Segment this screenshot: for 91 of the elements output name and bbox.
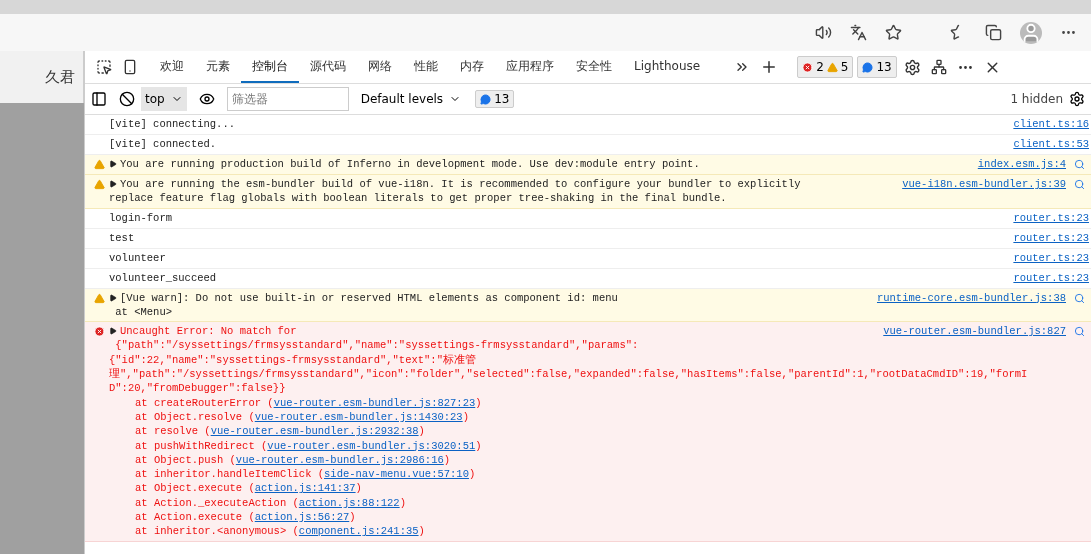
hidden-count: 1 hidden bbox=[1010, 92, 1063, 106]
search-icon[interactable] bbox=[1073, 292, 1085, 304]
warning-icon bbox=[93, 292, 105, 304]
search-icon[interactable] bbox=[1073, 326, 1085, 338]
source-link[interactable]: router.ts:23 bbox=[1013, 250, 1089, 265]
devtools-tab[interactable]: 安全性 bbox=[565, 51, 623, 83]
stack-frame: at Object.execute (action.js:141:37) bbox=[109, 481, 362, 496]
warning-icon bbox=[826, 61, 838, 73]
message-text: {"id":22,"name":"syssettings-frmsysstandard","text":"标准管 bbox=[109, 352, 476, 368]
settings-icon[interactable] bbox=[1069, 91, 1085, 107]
message-text: replace feature flag globals with boolean literals to get proper tree-shaking in the final bundle. bbox=[109, 191, 727, 206]
warning-count: 5 bbox=[840, 60, 849, 74]
message-counter[interactable]: 13 bbox=[857, 56, 897, 78]
source-link[interactable]: side-nav-menu.vue:57:10 bbox=[324, 468, 469, 481]
source-link[interactable]: vue-router.esm-bundler.js:3020:51 bbox=[267, 439, 476, 452]
source-link[interactable]: client.ts:16 bbox=[1013, 117, 1089, 132]
message-text: D":20,"fromDebugger":false}} bbox=[109, 381, 286, 396]
stack-frame: at Action.execute (action.js:56:27) bbox=[109, 510, 356, 525]
source-link[interactable]: router.ts:23 bbox=[1013, 210, 1089, 225]
stack-frame: at Object.push (vue-router.esm-bundler.js:2986:16) bbox=[109, 452, 451, 468]
star-icon[interactable] bbox=[885, 24, 902, 41]
expand-icon[interactable] bbox=[109, 293, 117, 302]
message-text: Uncaught Error: No match for bbox=[120, 324, 297, 339]
source-link[interactable]: component.js:241:35 bbox=[298, 525, 419, 538]
source-link[interactable]: vue-router.esm-bundler.js:827 bbox=[883, 324, 1066, 339]
source-link[interactable]: vue-router.esm-bundler.js:2932:38 bbox=[210, 425, 419, 438]
message-text: You are running the esm-bundler build of vue-i18n. It is recommended to configure your bundler to explicitly bbox=[120, 177, 801, 192]
message-text: [vite] connected. bbox=[109, 137, 217, 152]
stack-frame: at createRouterError (vue-router.esm-bundler.js:827:23) bbox=[109, 395, 482, 410]
context-select[interactable]: top bbox=[141, 87, 187, 111]
message-text: [vite] connecting... bbox=[109, 117, 236, 132]
warning-icon bbox=[93, 159, 105, 170]
source-link[interactable]: vue-router.esm-bundler.js:827:23 bbox=[273, 396, 476, 409]
message-text: volunteer_succeed bbox=[109, 270, 217, 285]
translate-icon[interactable] bbox=[850, 24, 867, 41]
message-text: test bbox=[109, 230, 135, 245]
page-text: 久君 bbox=[45, 67, 75, 87]
devtools-tab[interactable]: 性能 bbox=[403, 51, 449, 83]
expand-icon[interactable] bbox=[109, 180, 117, 189]
stack-frame: at pushWithRedirect (vue-router.esm-bundler.js:3020:51) bbox=[109, 438, 482, 453]
source-link[interactable]: vue-router.esm-bundler.js:1430:23 bbox=[254, 410, 463, 423]
eye-icon[interactable] bbox=[198, 91, 215, 107]
stack-frame: at resolve (vue-router.esm-bundler.js:2932:38) bbox=[109, 424, 425, 439]
message-text: 理","path":"/syssettings/frmsysstandard","icon":"folder","selected":false,"expanded":false,"hasItems":false,"parentId":1,"rootDataCmdID":19,"formI bbox=[109, 367, 1028, 382]
collections-icon[interactable] bbox=[985, 24, 1002, 41]
source-link[interactable]: router.ts:23 bbox=[1013, 230, 1089, 245]
devtools-tab[interactable]: Lighthouse bbox=[623, 51, 712, 83]
search-icon[interactable] bbox=[1073, 179, 1085, 191]
devtools-tab[interactable]: 控制台 bbox=[241, 51, 299, 83]
devtools-tab[interactable]: 欢迎 bbox=[149, 51, 195, 83]
stack-frame: at inheritor.<anonymous> (component.js:241:35) bbox=[109, 524, 425, 539]
message-text: login-form bbox=[109, 210, 172, 225]
source-link[interactable]: action.js:141:37 bbox=[254, 482, 356, 495]
search-icon[interactable] bbox=[1073, 159, 1085, 171]
stack-frame: at inheritor.handleItemClick (side-nav-menu.vue:57:10) bbox=[109, 467, 476, 482]
error-count: 2 bbox=[816, 60, 824, 74]
source-link[interactable]: action.js:56:27 bbox=[254, 511, 350, 524]
stack-frame: at Object.resolve (vue-router.esm-bundler.js:1430:23) bbox=[109, 409, 469, 425]
devtools-tab[interactable]: 元素 bbox=[195, 51, 241, 83]
levels-dropdown[interactable]: Default levels bbox=[354, 91, 468, 107]
message-text: volunteer bbox=[109, 250, 166, 265]
error-icon bbox=[93, 326, 105, 338]
message-icon bbox=[480, 93, 492, 105]
warning-icon bbox=[93, 179, 105, 190]
avatar-icon[interactable] bbox=[1020, 21, 1042, 44]
source-link[interactable]: runtime-core.esm-bundler.js:38 bbox=[876, 290, 1066, 305]
filter-field[interactable]: 筛选器 bbox=[226, 87, 349, 111]
source-link[interactable]: router.ts:23 bbox=[1013, 270, 1089, 285]
sidebar-icon[interactable] bbox=[91, 91, 107, 107]
message-text: You are running production build of Inferno in development mode. Use dev:module entry point. bbox=[120, 157, 700, 172]
message-icon bbox=[862, 61, 874, 73]
source-link[interactable]: client.ts:53 bbox=[1013, 137, 1089, 152]
issues-counter[interactable]: 2 5 bbox=[797, 56, 854, 78]
devtools-tab[interactable]: 网络 bbox=[357, 51, 403, 83]
clear-icon[interactable] bbox=[119, 91, 135, 107]
message-counter[interactable]: 13 bbox=[475, 90, 515, 108]
read-aloud-icon[interactable] bbox=[815, 24, 832, 41]
source-link[interactable]: vue-router.esm-bundler.js:2986:16 bbox=[235, 453, 444, 466]
source-link[interactable]: vue-i18n.esm-bundler.js:39 bbox=[902, 177, 1066, 192]
devtools-tab[interactable]: 源代码 bbox=[299, 51, 357, 83]
expand-icon[interactable] bbox=[109, 327, 117, 336]
message-text: {"path":"/syssettings/frmsysstandard","name":"syssettings-frmsysstandard","params": bbox=[114, 338, 639, 353]
devtools-tab[interactable]: 内存 bbox=[449, 51, 495, 83]
error-icon bbox=[802, 61, 814, 73]
message-text: [Vue warn]: Do not use built-in or reserved HTML elements as component id: menu bbox=[120, 290, 618, 305]
source-link[interactable]: action.js:88:122 bbox=[298, 496, 400, 509]
expand-icon[interactable] bbox=[109, 160, 117, 169]
message-text: at <Menu> bbox=[114, 304, 172, 320]
stack-frame: at Action._executeAction (action.js:88:122) bbox=[109, 495, 406, 511]
source-link[interactable]: index.esm.js:4 bbox=[977, 157, 1066, 172]
devtools-tab[interactable]: 应用程序 bbox=[495, 51, 565, 83]
